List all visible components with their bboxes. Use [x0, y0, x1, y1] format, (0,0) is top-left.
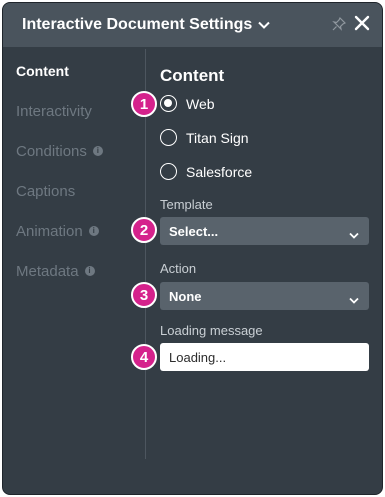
close-icon[interactable]	[353, 14, 371, 37]
sidebar-item-content[interactable]: Content	[16, 63, 141, 103]
sidebar-item-label: Animation	[16, 223, 83, 240]
radio-web[interactable]: Web	[160, 95, 215, 112]
info-icon[interactable]: i	[88, 226, 99, 236]
sidebar-nav: Content Interactivity Conditions i Capti…	[16, 63, 141, 303]
chevron-down-icon	[349, 227, 359, 242]
info-icon[interactable]: i	[92, 146, 103, 156]
chevron-down-icon	[258, 21, 270, 29]
radio-unchecked-icon	[160, 129, 177, 146]
sidebar-item-conditions[interactable]: Conditions i	[16, 143, 141, 183]
sidebar-item-animation[interactable]: Animation i	[16, 223, 141, 263]
radio-checked-icon	[160, 95, 177, 112]
sidebar-item-label: Conditions	[16, 143, 87, 160]
radio-label: Web	[186, 95, 215, 112]
radio-label: Titan Sign	[186, 129, 249, 146]
template-value: Select...	[169, 223, 219, 239]
sidebar-item-label: Metadata	[16, 263, 79, 280]
title-dropdown[interactable]: Interactive Document Settings	[22, 16, 270, 34]
sidebar-item-label: Content	[16, 63, 69, 79]
step-badge-4: 4	[131, 344, 157, 370]
action-select[interactable]: None	[160, 282, 369, 310]
radio-label: Salesforce	[186, 163, 253, 180]
pin-icon[interactable]	[332, 16, 347, 36]
action-label: Action	[160, 261, 197, 276]
settings-panel: Interactive Document Settings Content In…	[2, 2, 383, 495]
sidebar-item-label: Captions	[16, 183, 76, 200]
radio-unchecked-icon	[160, 163, 177, 180]
step-badge-2: 2	[131, 217, 157, 243]
step-badge-3: 3	[131, 282, 157, 308]
radio-titan-sign[interactable]: Titan Sign	[160, 129, 249, 146]
action-value: None	[169, 288, 202, 304]
sidebar-item-metadata[interactable]: Metadata i	[16, 263, 141, 303]
sidebar-item-interactivity[interactable]: Interactivity	[16, 103, 141, 143]
sidebar-item-captions[interactable]: Captions	[16, 183, 141, 223]
chevron-down-icon	[349, 292, 359, 307]
template-label: Template	[160, 197, 213, 212]
sidebar-item-label: Interactivity	[16, 103, 92, 120]
step-badge-1: 1	[131, 91, 157, 117]
panel-header: Interactive Document Settings	[3, 3, 382, 47]
section-title: Content	[160, 66, 225, 85]
panel-title: Interactive Document Settings	[22, 16, 253, 33]
info-icon[interactable]: i	[84, 266, 95, 276]
loading-message-input[interactable]	[160, 343, 369, 371]
loading-message-label: Loading message	[160, 323, 263, 338]
radio-salesforce[interactable]: Salesforce	[160, 163, 252, 180]
template-select[interactable]: Select...	[160, 217, 369, 245]
